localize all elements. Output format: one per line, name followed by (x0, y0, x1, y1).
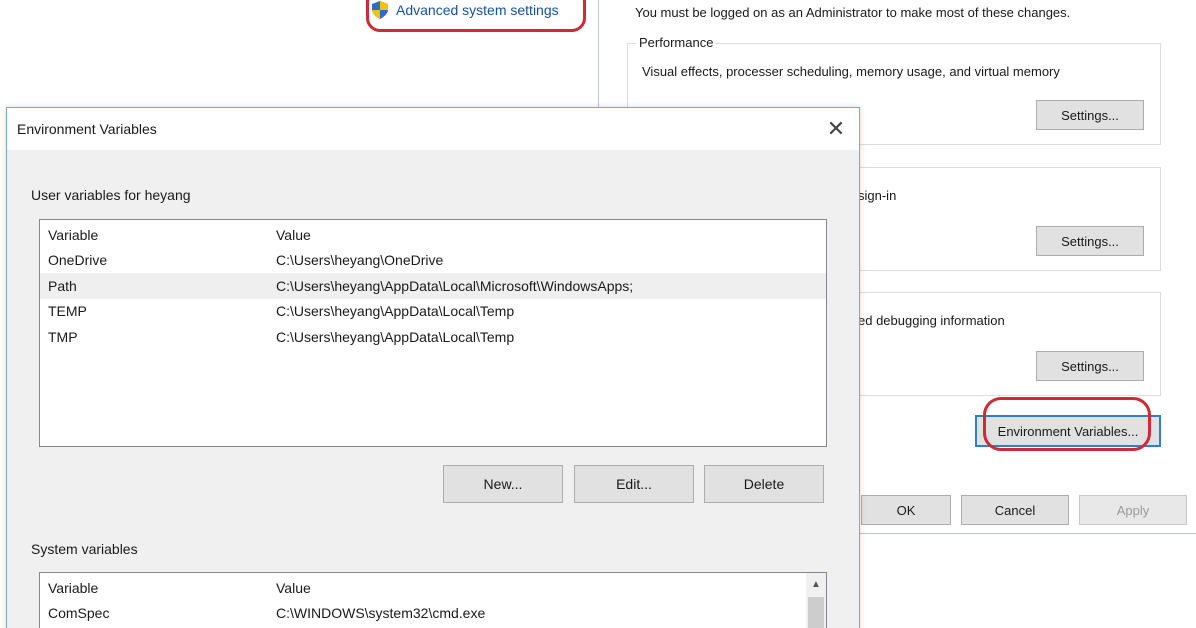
scroll-up-icon[interactable]: ▲ (806, 573, 826, 595)
value-cell: C:\WINDOWS\system32\cmd.exe (276, 605, 486, 622)
table-row-selected[interactable]: Path C:\Users\heyang\AppData\Local\Micro… (40, 273, 826, 299)
column-header-value[interactable]: Value (276, 580, 826, 596)
highlight-circle-advanced (366, 0, 586, 32)
column-header-value[interactable]: Value (276, 227, 826, 243)
variable-cell: TEMP (48, 303, 87, 320)
value-cell: C:\Users\heyang\OneDrive (276, 252, 444, 269)
value-cell: C:\Users\heyang\AppData\Local\Microsoft\… (276, 277, 634, 294)
system-variables-header: Variable Value (40, 575, 826, 601)
user-variables-label: User variables for heyang (31, 187, 191, 203)
new-button[interactable]: New... (443, 465, 563, 503)
edit-button[interactable]: Edit... (574, 465, 694, 503)
user-variables-list[interactable]: Variable Value OneDrive C:\Users\heyang\… (39, 219, 827, 447)
performance-settings-button[interactable]: Settings... (1036, 100, 1144, 130)
startup-recovery-settings-button[interactable]: Settings... (1036, 351, 1144, 381)
close-icon[interactable]: ✕ (823, 116, 849, 142)
user-profiles-description: sign-in (858, 188, 897, 203)
user-profiles-settings-button[interactable]: Settings... (1036, 226, 1144, 256)
variable-cell: Path (48, 277, 77, 294)
variable-cell: TMP (48, 328, 78, 345)
user-variables-header: Variable Value (40, 222, 826, 248)
startup-recovery-description: ed debugging information (858, 313, 1005, 328)
admin-note: You must be logged on as an Administrato… (635, 5, 1071, 20)
variable-cell: ComSpec (48, 605, 110, 622)
column-header-variable[interactable]: Variable (40, 580, 276, 596)
cancel-button[interactable]: Cancel (961, 495, 1069, 525)
value-cell: C:\Users\heyang\AppData\Local\Temp (276, 303, 515, 320)
apply-button: Apply (1079, 495, 1187, 525)
scroll-thumb[interactable] (808, 597, 824, 628)
table-row[interactable]: OneDrive C:\Users\heyang\OneDrive (40, 248, 826, 274)
value-cell: C:\Users\heyang\AppData\Local\Temp (276, 328, 515, 345)
performance-title: Performance (636, 35, 717, 50)
performance-description: Visual effects, processer scheduling, me… (642, 64, 1060, 79)
system-variables-label: System variables (31, 541, 138, 557)
system-variables-scrollbar[interactable]: ▲ (806, 573, 826, 628)
table-row[interactable]: TMP C:\Users\heyang\AppData\Local\Temp (40, 324, 826, 350)
table-row[interactable]: ComSpec C:\WINDOWS\system32\cmd.exe (40, 601, 826, 627)
dialog-title: Environment Variables (17, 121, 157, 137)
column-header-variable[interactable]: Variable (40, 227, 276, 243)
environment-variables-dialog: Environment Variables ✕ User variables f… (6, 107, 860, 628)
variable-cell: OneDrive (48, 252, 108, 269)
dialog-titlebar: Environment Variables ✕ (7, 108, 859, 150)
table-row[interactable]: TEMP C:\Users\heyang\AppData\Local\Temp (40, 299, 826, 325)
ok-button[interactable]: OK (861, 495, 951, 525)
highlight-circle-env-vars (983, 397, 1151, 451)
system-variables-list[interactable]: Variable Value ComSpec C:\WINDOWS\system… (39, 572, 827, 628)
delete-button[interactable]: Delete (704, 465, 824, 503)
